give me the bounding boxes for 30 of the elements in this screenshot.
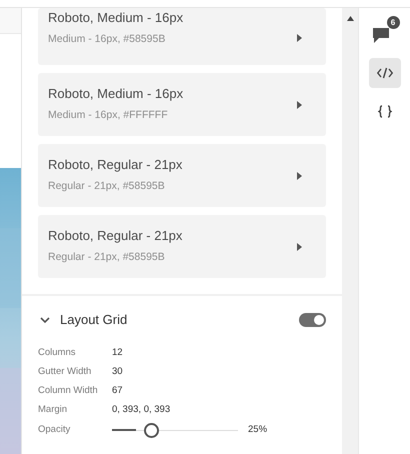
section-title: Layout Grid (60, 311, 128, 329)
speech-bubble-icon (372, 27, 390, 44)
text-style-item[interactable]: Roboto, Medium - 16px Medium - 16px, #58595B (38, 8, 326, 65)
code-icon (376, 67, 392, 79)
property-value: 12 (112, 346, 124, 360)
property-value: 67 (112, 384, 124, 398)
text-style-item[interactable]: Roboto, Medium - 16px Medium - 16px, #FFFFFF (38, 73, 326, 136)
opacity-reading: 25% (248, 422, 268, 437)
property-label: Gutter Width (38, 364, 92, 379)
caret-right-icon (297, 34, 302, 42)
caret-right-icon (297, 172, 302, 180)
slider-thumb[interactable] (144, 422, 158, 438)
opacity-slider[interactable] (112, 422, 238, 438)
property-label: Margin (38, 403, 68, 418)
caret-right-icon (297, 242, 302, 250)
scroll-up-icon[interactable] (346, 16, 354, 21)
comment-count-badge: 6 (386, 16, 400, 29)
property-label: Opacity (38, 422, 72, 436)
code-tool-button[interactable] (368, 58, 400, 88)
property-label: Columns (38, 346, 76, 360)
grid-toggle[interactable] (299, 312, 326, 327)
comments-button[interactable]: 6 (370, 16, 400, 46)
property-value: 30 (112, 364, 124, 379)
property-label: Column Width (38, 384, 99, 398)
caret-right-icon (297, 100, 302, 108)
braces-icon (378, 104, 392, 118)
property-value: 0, 393, 0, 393 (112, 403, 172, 418)
text-style-item[interactable]: Roboto, Regular - 21px Regular - 21px, #58595B (38, 215, 326, 278)
text-style-item[interactable]: Roboto, Regular - 21px Regular - 21px, #58595B (38, 144, 326, 207)
chevron-icon[interactable] (40, 314, 50, 325)
